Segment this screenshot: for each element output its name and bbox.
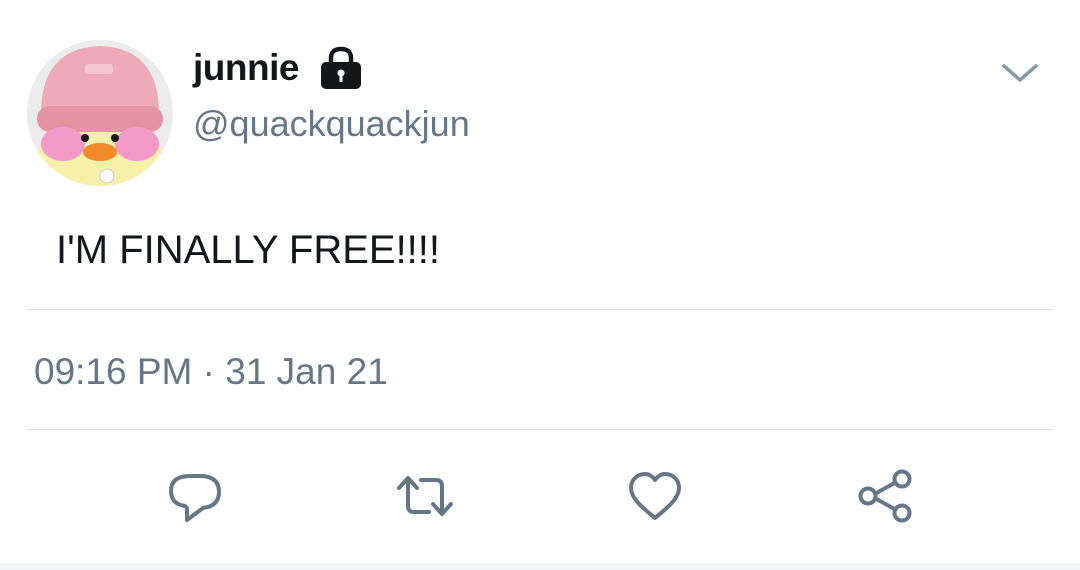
avatar-image — [27, 40, 173, 186]
avatar[interactable] — [27, 40, 173, 186]
tweet-text: I'M FINALLY FREE!!!! — [56, 228, 441, 272]
tweet-timestamp: 09:16 PM · 31 Jan 21 — [34, 351, 388, 392]
retweet-button[interactable] — [395, 466, 455, 526]
lock-icon — [321, 46, 361, 89]
divider — [27, 309, 1053, 310]
user-handle[interactable]: @quackquackjun — [193, 102, 470, 146]
like-button[interactable] — [625, 466, 685, 526]
share-button[interactable] — [855, 466, 915, 526]
display-name[interactable]: junnie — [193, 46, 299, 90]
chevron-down-icon[interactable] — [1000, 58, 1040, 88]
retweet-icon — [397, 476, 453, 516]
share-icon — [858, 469, 912, 523]
divider — [27, 429, 1053, 430]
tweet-card: junnie @quackquackjun I'M FINALLY FREE!!… — [0, 0, 1080, 570]
bottom-edge — [0, 563, 1080, 570]
heart-icon — [629, 472, 681, 520]
reply-icon — [169, 474, 221, 522]
reply-button[interactable] — [165, 466, 225, 526]
